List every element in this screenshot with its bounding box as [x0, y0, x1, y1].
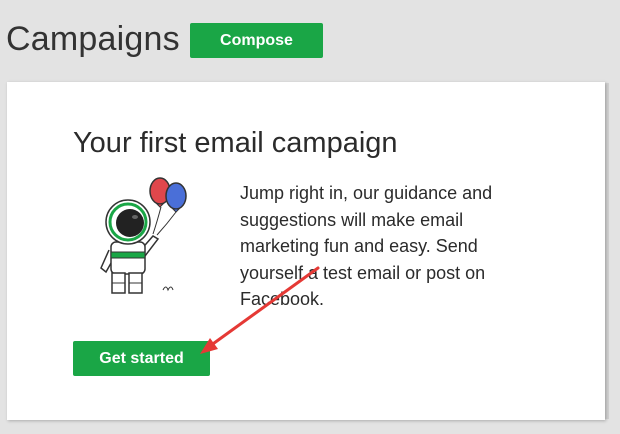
astronaut-with-balloons-icon [100, 177, 187, 294]
page-title: Campaigns [6, 20, 180, 58]
compose-button[interactable]: Compose [190, 23, 323, 58]
campaign-card: Your first email campaign Jump right in,… [7, 82, 605, 420]
get-started-button[interactable]: Get started [73, 341, 210, 376]
card-description: Jump right in, our guidance and suggesti… [240, 183, 493, 309]
card-title: Your first email campaign [73, 127, 398, 159]
